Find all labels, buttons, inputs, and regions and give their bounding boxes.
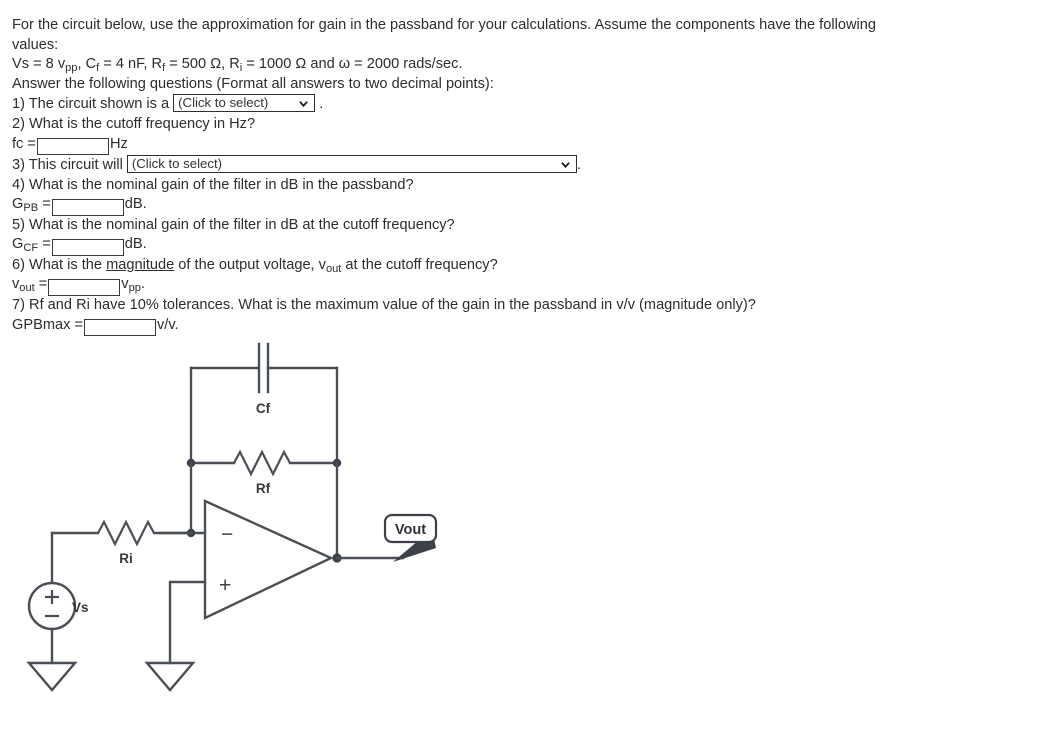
noninverting-input-wire — [168, 580, 207, 665]
values-mid-3: = 500 Ω, R — [165, 56, 240, 73]
gcf-input[interactable] — [51, 238, 124, 256]
opamp-inverting-sign: − — [221, 523, 233, 546]
question-6: 6) What is the magnitude of the output v… — [12, 256, 1047, 276]
ground-symbol-noninverting — [144, 661, 196, 692]
question-3-select-value: (Click to select) — [131, 156, 223, 172]
question-6-sub-out: out — [325, 262, 342, 275]
vout-input[interactable] — [48, 278, 121, 296]
fc-label: fc = — [12, 135, 36, 152]
chevron-down-icon — [299, 101, 308, 108]
question-3: 3) This circuit will (Click to select). — [12, 155, 1047, 176]
values-prefix: Vs = 8 v — [12, 56, 66, 73]
gcf-label-sub: CF — [23, 242, 39, 255]
gpb-label-sub: PB — [23, 202, 39, 215]
question-6-text-a: 6) What is the — [12, 256, 107, 273]
chevron-down-icon — [561, 162, 570, 169]
ri-resistor-zigzag — [97, 519, 155, 547]
question-2-answer-row: fc = Hz — [12, 135, 1047, 156]
question-4: 4) What is the nominal gain of the filte… — [12, 176, 414, 193]
circuit-diagram: Cf Rf − + Ri Vs Vout — [26, 342, 438, 692]
question-1: 1) The circuit shown is a (Click to sele… — [12, 94, 1047, 115]
question-1-period: . — [319, 96, 324, 113]
question-5: 5) What is the nominal gain of the filte… — [12, 216, 455, 233]
question-3-select[interactable]: (Click to select) — [126, 155, 577, 174]
vout-unit-period: . — [140, 276, 145, 293]
opamp-triangle — [203, 499, 334, 620]
gcf-equals: = — [42, 236, 51, 253]
intro-line-2: values: — [12, 36, 59, 53]
values-mid-2: = 4 nF, R — [99, 56, 163, 73]
gpb-unit: dB. — [124, 196, 147, 213]
question-1-select-value: (Click to select) — [178, 95, 269, 111]
ground-symbol-source — [26, 661, 78, 692]
fc-unit: Hz — [109, 135, 128, 152]
format-note: Answer the following questions (Format a… — [12, 75, 494, 92]
capacitor-label: Cf — [256, 401, 271, 416]
gpb-label: G — [12, 196, 24, 213]
component-values-line: Vs = 8 vpp, Cf = 4 nF, Rf = 500 Ω, Ri = … — [12, 55, 1047, 75]
problem-statement: For the circuit below, use the approxima… — [12, 16, 1047, 337]
rf-resistor-zigzag — [233, 449, 291, 477]
vs-label: Vs — [72, 600, 89, 615]
opamp-noninverting-sign: + — [219, 574, 231, 597]
voltage-source-circle — [27, 581, 77, 631]
values-sub-pp: pp — [65, 62, 78, 75]
question-4-answer-row: GPB = dB. — [12, 195, 1047, 216]
question-3-text: 3) This circuit will — [12, 157, 123, 174]
vout-label-sub: out — [19, 282, 35, 295]
values-mid-4: = 1000 Ω and ω = 2000 rads/sec. — [242, 56, 463, 73]
ri-label: Ri — [119, 551, 133, 566]
vout-unit-sub: pp — [128, 282, 141, 295]
gpb-equals: = — [42, 196, 51, 213]
gpb-input[interactable] — [51, 198, 124, 216]
vout-equals: = — [38, 276, 48, 293]
gcf-unit: dB. — [124, 236, 147, 253]
question-3-period: . — [576, 157, 581, 174]
question-7: 7) Rf and Ri have 10% tolerances. What i… — [12, 296, 756, 313]
question-6-text-b: of the output voltage, v — [174, 256, 326, 273]
question-1-text: 1) The circuit shown is a — [12, 96, 170, 113]
values-mid-1: , C — [77, 56, 97, 73]
vout-unit: v — [121, 276, 129, 293]
fc-input[interactable] — [36, 138, 109, 156]
question-2: 2) What is the cutoff frequency in Hz? — [12, 115, 256, 132]
intro-line-1: For the circuit below, use the approxima… — [12, 17, 876, 33]
question-6-text-c: at the cutoff frequency? — [341, 256, 498, 273]
question-6-underlined-word: magnitude — [106, 256, 175, 273]
vout-callout-label: Vout — [395, 522, 426, 538]
rf-label: Rf — [256, 481, 271, 496]
question-5-answer-row: GCF = dB. — [12, 235, 1047, 256]
gcf-label: G — [12, 236, 24, 253]
question-1-select[interactable]: (Click to select) — [173, 94, 316, 113]
question-6-answer-row: vout = vpp. — [12, 275, 1047, 296]
